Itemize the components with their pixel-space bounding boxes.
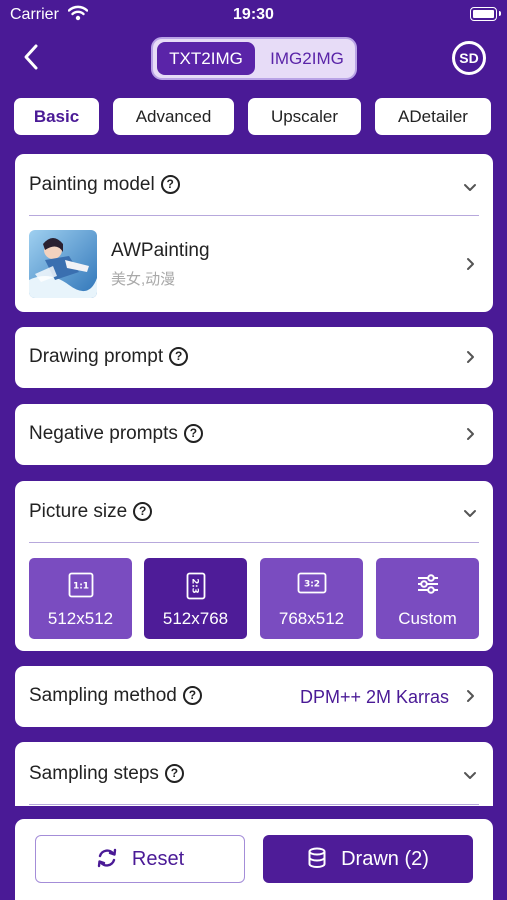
- negative-prompts-header: Negative prompts?: [29, 423, 203, 445]
- chevron-down-icon[interactable]: [463, 507, 477, 521]
- sampling-method-value: DPM++ 2M Karras: [299, 687, 449, 707]
- bottom-action-bar: Reset Drawn (2): [15, 819, 493, 900]
- chevron-right-icon[interactable]: [463, 257, 477, 271]
- drawn-label: Drawn (2): [341, 848, 429, 870]
- sampling-method-title: Sampling method: [29, 685, 177, 706]
- size-label: 512x768: [162, 609, 229, 628]
- size-option-custom[interactable]: Custom: [376, 558, 479, 639]
- drawn-button[interactable]: Drawn (2): [263, 835, 473, 883]
- painting-model-card: Painting model? AWPainting 美女,动漫: [15, 154, 493, 312]
- help-icon[interactable]: ?: [160, 175, 180, 194]
- chevron-right-icon[interactable]: [463, 350, 477, 364]
- drawing-prompt-card[interactable]: Drawing prompt?: [15, 327, 493, 388]
- chevron-down-icon[interactable]: [463, 181, 477, 195]
- mode-segmented-control: TXT2IMG IMG2IMG: [151, 37, 357, 80]
- tab-advanced[interactable]: Advanced: [113, 98, 234, 135]
- sampling-method-header: Sampling method?: [29, 685, 202, 707]
- ratio-label: 3:2: [303, 580, 319, 590]
- sliders-icon: [376, 572, 479, 598]
- painting-model-title: Painting model: [29, 174, 155, 195]
- size-label: 768x512: [278, 609, 345, 628]
- drawing-prompt-header: Drawing prompt?: [29, 346, 189, 368]
- size-option-512x512[interactable]: 1:1 512x512: [29, 558, 132, 639]
- tab-basic[interactable]: Basic: [14, 98, 99, 135]
- tab-adetailer[interactable]: ADetailer: [375, 98, 491, 135]
- chevron-right-icon[interactable]: [463, 689, 477, 703]
- reset-label: Reset: [131, 848, 185, 870]
- help-icon[interactable]: ?: [169, 347, 189, 366]
- refresh-icon: [96, 840, 118, 886]
- picture-size-header[interactable]: Picture size?: [29, 501, 153, 523]
- database-icon: [307, 839, 327, 887]
- drawing-prompt-title: Drawing prompt: [29, 346, 164, 367]
- sampling-steps-header[interactable]: Sampling steps?: [29, 763, 184, 785]
- model-name[interactable]: AWPainting: [111, 240, 210, 262]
- help-icon[interactable]: ?: [133, 502, 153, 521]
- ratio-label: 2:3: [189, 578, 199, 593]
- picture-size-card: Picture size? 1:1 512x512 2:3 512x768 3:…: [15, 481, 493, 651]
- size-label: Custom: [398, 609, 457, 628]
- ratio-label: 1:1: [72, 582, 88, 592]
- segment-txt2img[interactable]: TXT2IMG: [157, 42, 255, 75]
- segment-img2img[interactable]: IMG2IMG: [259, 42, 355, 75]
- chevron-down-icon[interactable]: [463, 769, 477, 783]
- picture-size-title: Picture size: [29, 501, 128, 522]
- size-label: 512x512: [47, 609, 114, 628]
- sampling-method-card[interactable]: Sampling method? DPM++ 2M Karras: [15, 666, 493, 727]
- divider: [29, 542, 479, 543]
- model-tags: 美女,动漫: [111, 271, 176, 288]
- ratio-3-2-icon: 3:2: [260, 572, 363, 598]
- chevron-right-icon[interactable]: [463, 427, 477, 441]
- sampling-steps-title: Sampling steps: [29, 763, 159, 784]
- nav-bar: TXT2IMG IMG2IMG SD: [0, 30, 507, 86]
- back-chevron-icon: [24, 44, 38, 70]
- sampling-steps-card: Sampling steps?: [15, 742, 493, 806]
- help-icon[interactable]: ?: [183, 424, 203, 443]
- ratio-1-1-icon: 1:1: [29, 572, 132, 598]
- size-option-768x512[interactable]: 3:2 768x512: [260, 558, 363, 639]
- painting-model-header[interactable]: Painting model?: [29, 174, 180, 196]
- clock: 19:30: [233, 6, 274, 23]
- divider: [29, 215, 479, 216]
- help-icon[interactable]: ?: [182, 686, 202, 705]
- settings-tabs: Basic Advanced Upscaler ADetailer: [0, 97, 507, 137]
- size-option-512x768[interactable]: 2:3 512x768: [144, 558, 247, 639]
- sd-badge-button[interactable]: SD: [452, 41, 486, 75]
- tab-upscaler[interactable]: Upscaler: [248, 98, 361, 135]
- divider: [29, 804, 479, 805]
- ratio-2-3-icon: 2:3: [144, 572, 247, 600]
- status-bar: Carrier 19:30: [0, 0, 507, 30]
- back-button[interactable]: [18, 42, 46, 72]
- model-thumbnail[interactable]: [29, 230, 97, 298]
- negative-prompts-title: Negative prompts: [29, 423, 178, 444]
- negative-prompts-card[interactable]: Negative prompts?: [15, 404, 493, 465]
- battery-icon: [470, 7, 501, 21]
- reset-button[interactable]: Reset: [35, 835, 245, 883]
- help-icon[interactable]: ?: [164, 764, 184, 783]
